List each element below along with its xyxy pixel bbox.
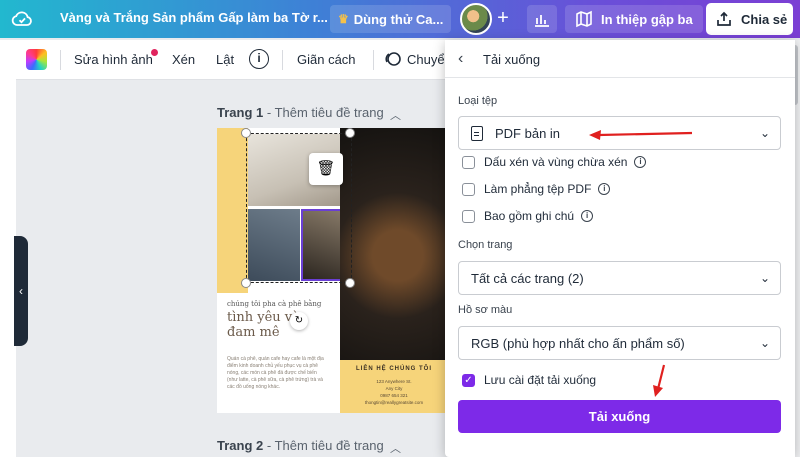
top-bar: Vàng và Trắng Sản phẩm Gấp làm ba Tờ r..… <box>0 0 800 38</box>
flatten-pdf-checkbox[interactable] <box>462 182 475 196</box>
flatten-pdf-label: Làm phẳng tệp PDF <box>484 182 592 196</box>
crop-marks-option[interactable]: Dấu xén và vùng chừa xén i <box>462 154 647 170</box>
save-settings-label: Lưu cài đặt tải xuống <box>484 373 597 387</box>
file-type-select[interactable]: PDF bản in ⌄ <box>458 116 781 150</box>
save-settings-checkbox[interactable]: ✓ <box>462 373 475 387</box>
info-icon[interactable]: i <box>581 210 594 222</box>
page-2-title[interactable]: Trang 2 - Thêm tiêu đề trang <box>217 438 384 453</box>
chevron-left-icon: ‹ <box>19 284 23 298</box>
document-icon <box>471 125 483 141</box>
animate-icon[interactable] <box>384 50 402 68</box>
flyer-body-text: Quán cà phê, quán cafe hay cafe là một đ… <box>227 356 324 390</box>
toolbar-divider <box>373 50 374 70</box>
chevron-left-icon[interactable]: ‹ <box>458 50 463 68</box>
map-fold-icon <box>576 10 592 28</box>
flyer-contact-line: thongtin@reallygreatsite.com <box>364 400 424 405</box>
flyer-small-heading: chúng tôi pha cà phê bằng <box>227 300 322 308</box>
page-1-subtitle: - Thêm tiêu đề trang <box>263 105 384 120</box>
crown-icon: ♛ <box>338 12 349 26</box>
flyer-yellow-block <box>217 128 248 293</box>
crop-marks-checkbox[interactable] <box>462 155 475 169</box>
print-button[interactable]: In thiệp gập ba <box>565 5 703 33</box>
coffee-cup-photo[interactable] <box>340 128 445 360</box>
info-icon[interactable]: i <box>598 183 611 195</box>
resize-handle[interactable] <box>345 128 355 138</box>
select-pages-dropdown[interactable]: Tất cả các trang (2) ⌄ <box>458 261 781 295</box>
share-button-label: Chia sẻ <box>741 11 788 27</box>
flyer-contact-line: 0987 654 321 <box>380 393 408 398</box>
page-2-subtitle: - Thêm tiêu đề trang <box>263 438 384 453</box>
share-button[interactable]: Chia sẻ <box>706 3 793 35</box>
download-panel-header: ‹ Tải xuống <box>445 40 795 78</box>
crop-marks-label: Dấu xén và vùng chừa xén <box>484 155 628 169</box>
insights-button[interactable] <box>527 5 557 33</box>
chevron-down-icon: ⌄ <box>759 271 770 285</box>
chevron-down-icon: ⌄ <box>759 336 770 350</box>
color-profile-value: RGB (phù hợp nhất cho ấn phẩm số) <box>471 335 685 351</box>
include-notes-label: Bao gồm ghi chú <box>484 209 575 223</box>
download-button[interactable]: Tải xuống <box>458 400 781 433</box>
toolbar-divider <box>60 50 61 70</box>
select-pages-label: Chọn trang <box>458 239 513 251</box>
flyer-script-line-2: đam mê <box>227 325 280 340</box>
flyer-script-heading: tình yêu và đam mê <box>227 310 300 340</box>
notification-dot <box>151 49 158 56</box>
print-button-label: In thiệp gập ba <box>601 11 693 27</box>
trash-icon[interactable]: 🗑 <box>309 153 343 185</box>
design-page-1[interactable]: 🗑 chúng tôi pha cà phê bằng tình yêu và … <box>217 128 445 413</box>
crop-button[interactable]: Xén <box>172 52 195 67</box>
download-panel-title: Tải xuống <box>483 52 541 67</box>
spacing-button[interactable]: Giãn cách <box>297 52 356 67</box>
chevron-up-icon[interactable]: ︿ <box>390 107 402 122</box>
select-pages-value: Tất cả các trang (2) <box>471 270 584 286</box>
chevron-up-icon[interactable]: ︿ <box>390 440 402 455</box>
chevron-down-icon: ⌄ <box>759 126 770 140</box>
flyer-script-line-1: tình yêu và <box>227 310 300 325</box>
info-icon[interactable]: i <box>634 156 647 168</box>
flyer-contact-line: Any City <box>385 386 403 391</box>
color-profile-label: Hồ sơ màu <box>458 304 513 316</box>
resize-handle[interactable] <box>345 278 355 288</box>
file-type-label: Loại tệp <box>458 95 498 107</box>
page-2-number: Trang 2 <box>217 438 264 453</box>
include-notes-option[interactable]: Bao gồm ghi chú i <box>462 208 594 224</box>
download-panel: ‹ Tải xuống Loại tệp PDF bản in ⌄ Dấu xé… <box>445 40 795 457</box>
flyer-contact-heading: LIÊN HỆ CHÚNG TÔI <box>355 366 432 372</box>
edit-image-button[interactable]: Sửa hình ảnh <box>74 52 153 67</box>
page-1-number: Trang 1 <box>217 105 264 120</box>
collapse-panel-button[interactable]: ‹ <box>14 236 28 346</box>
upload-icon <box>717 11 731 26</box>
include-notes-checkbox[interactable] <box>462 209 475 223</box>
add-collaborator-button[interactable]: + <box>493 7 513 29</box>
color-profile-dropdown[interactable]: RGB (phù hợp nhất cho ấn phẩm số) ⌄ <box>458 326 781 360</box>
page-1-title[interactable]: Trang 1 - Thêm tiêu đề trang <box>217 105 384 120</box>
flip-button[interactable]: Lật <box>216 52 234 67</box>
avatar[interactable] <box>460 3 492 35</box>
document-title[interactable]: Vàng và Trắng Sản phẩm Gấp làm ba Tờ r..… <box>60 10 328 25</box>
toolbar-divider <box>282 50 283 70</box>
color-picker-button[interactable] <box>26 49 47 70</box>
file-type-value: PDF bản in <box>495 125 561 141</box>
resize-handle[interactable] <box>241 278 251 288</box>
try-button-label: Dùng thử Ca... <box>353 11 444 27</box>
flyer-contact-lines: 123 Anywhere St. Any City 0987 654 321 t… <box>350 378 438 406</box>
cloud-sync-icon[interactable] <box>10 7 34 31</box>
rotate-icon[interactable]: ↻ <box>290 312 308 330</box>
resize-handle[interactable] <box>241 128 251 138</box>
bar-chart-icon <box>535 15 549 27</box>
flyer-contact-line: 123 Anywhere St. <box>376 379 412 384</box>
flatten-pdf-option[interactable]: Làm phẳng tệp PDF i <box>462 181 611 197</box>
save-settings-option[interactable]: ✓ Lưu cài đặt tải xuống <box>462 372 596 388</box>
try-canva-pro-button[interactable]: ♛ Dùng thử Ca... <box>330 5 452 33</box>
info-icon[interactable]: i <box>249 49 269 69</box>
